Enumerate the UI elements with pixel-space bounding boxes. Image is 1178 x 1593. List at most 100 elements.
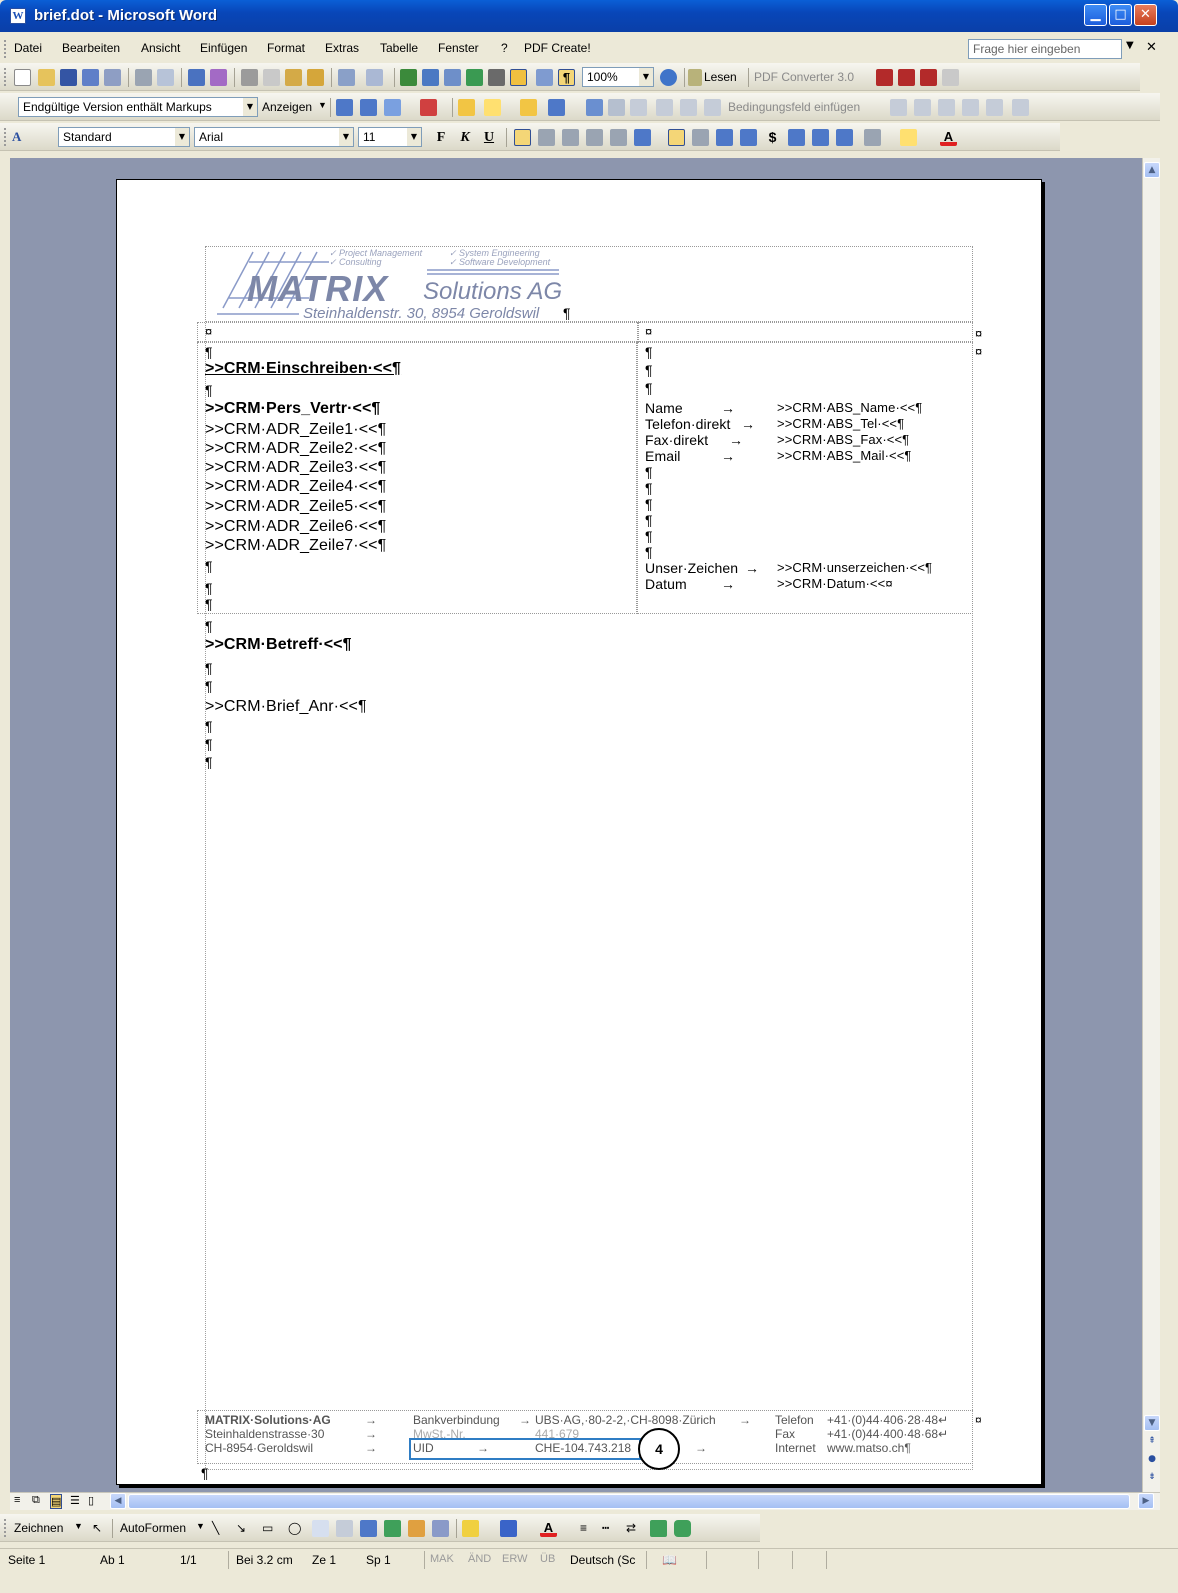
tables-borders-icon[interactable] xyxy=(422,69,439,86)
oval-icon[interactable]: ◯ xyxy=(288,1521,301,1535)
hyperlink-icon[interactable] xyxy=(400,69,417,86)
draw-dropdown-icon[interactable]: ▼ xyxy=(74,1521,83,1531)
arrow-icon[interactable]: ↘ xyxy=(236,1521,246,1535)
mail-merge-icon-6[interactable] xyxy=(704,99,721,116)
menu-grip[interactable] xyxy=(4,40,7,58)
field-adr-zeile4[interactable]: >>CRM·ADR_Zeile4·<<¶ xyxy=(205,478,386,496)
toolbar-grip-format[interactable] xyxy=(4,128,7,146)
word-doc-icon[interactable]: W xyxy=(10,8,26,24)
reading-view-icon[interactable]: ▯ xyxy=(88,1494,94,1507)
save-icon[interactable] xyxy=(60,69,77,86)
draw-font-color-icon[interactable]: A xyxy=(540,1520,557,1537)
new-comment-icon[interactable] xyxy=(458,99,475,116)
redo-icon[interactable] xyxy=(366,69,383,86)
scroll-right-icon[interactable]: ▶ xyxy=(1138,1493,1154,1509)
style-select[interactable]: Standard ▼ xyxy=(58,127,190,147)
line-icon[interactable]: ╲ xyxy=(212,1521,219,1535)
document-map-icon[interactable] xyxy=(536,69,553,86)
highlight-icon[interactable] xyxy=(484,99,501,116)
status-macro-recorder[interactable]: MAK xyxy=(430,1553,454,1565)
open-folder-icon[interactable] xyxy=(38,69,55,86)
font-size-select[interactable]: 11 ▼ xyxy=(358,127,422,147)
spelling-status-icon[interactable]: 📖 xyxy=(662,1553,677,1567)
next-page-icon[interactable]: ⇟ xyxy=(1144,1470,1160,1486)
insert-table-icon[interactable] xyxy=(444,69,461,86)
menu-einfuegen[interactable]: Einfügen xyxy=(200,41,247,55)
field-abs-fax[interactable]: >>CRM·ABS_Fax·<<¶ xyxy=(777,432,909,447)
line-style-icon[interactable]: ≡ xyxy=(580,1521,587,1535)
reject-change-icon[interactable] xyxy=(420,99,437,116)
line-spacing-icon[interactable] xyxy=(634,129,651,146)
read-mode-icon[interactable] xyxy=(688,69,702,86)
bold-button[interactable]: F xyxy=(432,129,450,147)
menu-help[interactable]: ? xyxy=(501,41,508,55)
vertical-textbox-icon[interactable] xyxy=(336,1520,353,1537)
field-abs-tel[interactable]: >>CRM·ABS_Tel·<<¶ xyxy=(777,416,904,431)
document-close-icon[interactable]: ✕ xyxy=(1146,40,1157,55)
maximize-button[interactable]: □ xyxy=(1109,4,1132,26)
mail-merge-icon-3[interactable] xyxy=(630,99,647,116)
decrease-indent-icon[interactable] xyxy=(812,129,829,146)
numbering-icon[interactable] xyxy=(716,129,733,146)
field-pers-vertr[interactable]: >>CRM·Pers_Vertr·<<¶ xyxy=(205,400,380,418)
pdf-icon-1[interactable] xyxy=(876,69,893,86)
pdf-icon-3[interactable] xyxy=(920,69,937,86)
dollar-icon[interactable]: $ xyxy=(764,129,781,146)
show-formatting-icon[interactable]: ¶ xyxy=(558,69,575,86)
normal-view-icon[interactable]: ≡ xyxy=(14,1494,20,1506)
zoom-select[interactable]: 100% ▼ xyxy=(582,67,654,87)
columns-icon[interactable] xyxy=(488,69,505,86)
read-button[interactable]: Lesen xyxy=(704,70,737,84)
menu-bearbeiten[interactable]: Bearbeiten xyxy=(62,41,120,55)
format-painter-icon[interactable] xyxy=(307,69,324,86)
new-document-icon[interactable] xyxy=(14,69,31,86)
font-select[interactable]: Arial ▼ xyxy=(194,127,354,147)
cut-icon[interactable] xyxy=(241,69,258,86)
field-betreff[interactable]: >>CRM·Betreff·<<¶ xyxy=(205,636,352,654)
accept-change-icon[interactable] xyxy=(384,99,401,116)
close-button[interactable]: ✕ xyxy=(1134,4,1157,26)
diagram-icon[interactable] xyxy=(384,1520,401,1537)
line-color-icon[interactable] xyxy=(500,1520,517,1537)
styles-pane-icon[interactable]: A xyxy=(12,129,29,146)
wordart-icon[interactable] xyxy=(360,1520,377,1537)
distributed-icon[interactable] xyxy=(610,129,627,146)
research-icon[interactable] xyxy=(210,69,227,86)
title-bar[interactable]: W brief.dot - Microsoft Word ▁ □ ✕ xyxy=(0,0,1178,32)
menu-ansicht[interactable]: Ansicht xyxy=(141,41,180,55)
pdf-icon-2[interactable] xyxy=(898,69,915,86)
highlight-color-icon[interactable] xyxy=(900,129,917,146)
scroll-left-icon[interactable]: ◀ xyxy=(110,1493,126,1509)
status-language[interactable]: Deutsch (Sc xyxy=(570,1553,635,1567)
field-adr-zeile6[interactable]: >>CRM·ADR_Zeile6·<<¶ xyxy=(205,518,386,536)
reviewing-pane-icon[interactable] xyxy=(548,99,565,116)
mail-merge-icon-5[interactable] xyxy=(680,99,697,116)
mail-merge-icon-4[interactable] xyxy=(656,99,673,116)
scroll-up-icon[interactable]: ▲ xyxy=(1144,162,1160,178)
field-brief-anr[interactable]: >>CRM·Brief_Anr·<<¶ xyxy=(205,698,367,716)
permission-icon[interactable] xyxy=(82,69,99,86)
underline-button[interactable]: U xyxy=(480,129,498,147)
rtl-icon[interactable] xyxy=(692,129,709,146)
undo-icon[interactable] xyxy=(338,69,355,86)
previous-page-icon[interactable]: ⇞ xyxy=(1144,1434,1160,1450)
scroll-thumb[interactable] xyxy=(128,1494,1130,1509)
draw-menu-button[interactable]: Zeichnen xyxy=(14,1521,63,1535)
field-unserzeichen[interactable]: >>CRM·unserzeichen·<<¶ xyxy=(777,560,932,575)
pdf-converter-label[interactable]: PDF Converter 3.0 xyxy=(754,70,854,84)
merge-field-icon[interactable] xyxy=(890,99,907,116)
view-merged-icon[interactable] xyxy=(914,99,931,116)
mail-merge-icon-2[interactable] xyxy=(608,99,625,116)
field-adr-zeile2[interactable]: >>CRM·ADR_Zeile2·<<¶ xyxy=(205,440,386,458)
minimize-button[interactable]: ▁ xyxy=(1084,4,1107,26)
pdf-icon-4[interactable] xyxy=(942,69,959,86)
spelling-icon[interactable] xyxy=(188,69,205,86)
next-record-icon[interactable] xyxy=(986,99,1003,116)
field-abs-mail[interactable]: >>CRM·ABS_Mail·<<¶ xyxy=(777,448,912,463)
email-icon[interactable] xyxy=(104,69,121,86)
markup-view-select[interactable]: Endgültige Version enthält Markups ▼ xyxy=(18,97,258,117)
web-view-icon[interactable]: ⧉ xyxy=(32,1494,40,1507)
outline-view-icon[interactable]: ☰ xyxy=(70,1494,80,1507)
autoshapes-dropdown-icon[interactable]: ▼ xyxy=(196,1521,205,1531)
increase-indent-icon[interactable] xyxy=(836,129,853,146)
